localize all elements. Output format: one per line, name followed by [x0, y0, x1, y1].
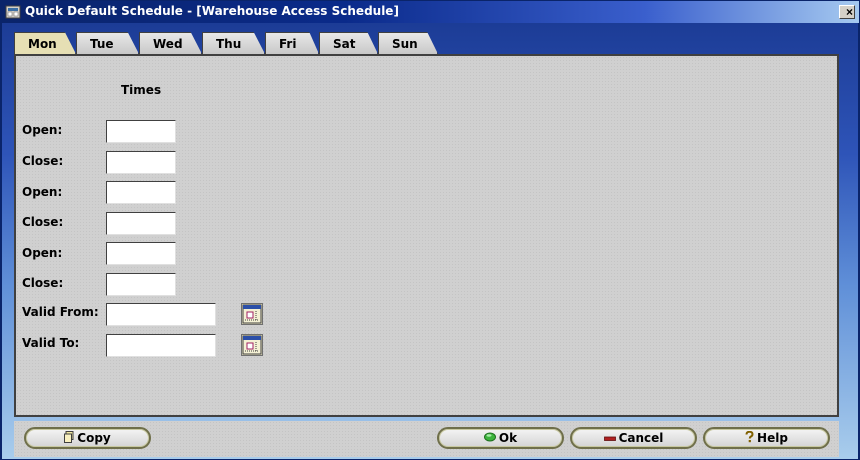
tab-sat[interactable]: Sat [319, 32, 378, 54]
tab-label: Thu [216, 37, 242, 51]
close-time-input-2[interactable] [106, 212, 176, 235]
button-bar: Copy Ok Cancel Help [14, 421, 839, 457]
valid-from-input[interactable] [106, 303, 216, 326]
ok-button[interactable]: Ok [437, 427, 564, 449]
close-time-input-3[interactable] [106, 273, 176, 296]
tab-fri[interactable]: Fri [265, 32, 319, 54]
tab-tue[interactable]: Tue [76, 32, 139, 54]
open-label-3: Open: [22, 246, 63, 260]
ok-button-label: Ok [498, 431, 518, 445]
schedule-panel: Times Open: Close: Open: Close: Open: Cl… [14, 54, 839, 417]
dialog-client: Mon Tue Wed Thu Fri Sat Sun Times Open: … [2, 23, 858, 459]
open-time-input-2[interactable] [106, 181, 176, 204]
close-button[interactable]: × [839, 5, 855, 19]
open-label-1: Open: [22, 123, 63, 137]
window-title: Quick Default Schedule - [Warehouse Acce… [25, 4, 399, 18]
help-button-label: Help [757, 431, 788, 445]
close-time-input-1[interactable] [106, 151, 176, 174]
tab-thu[interactable]: Thu [202, 32, 265, 54]
cancel-icon [603, 431, 616, 445]
day-tabs: Mon Tue Wed Thu Fri Sat Sun [14, 32, 444, 54]
valid-to-label: Valid To: [22, 336, 80, 350]
tab-label: Mon [28, 37, 57, 51]
tab-mon[interactable]: Mon [14, 32, 76, 54]
valid-to-calendar-button[interactable] [241, 334, 263, 356]
close-label-2: Close: [22, 215, 64, 229]
tab-label: Sun [392, 37, 418, 51]
open-time-input-1[interactable] [106, 120, 176, 143]
valid-from-calendar-button[interactable] [241, 303, 263, 325]
copy-button[interactable]: Copy [24, 427, 151, 449]
tab-label: Wed [153, 37, 183, 51]
app-icon [5, 4, 21, 20]
tab-label: Sat [333, 37, 356, 51]
help-button[interactable]: Help [703, 427, 830, 449]
tab-label: Fri [279, 37, 297, 51]
open-time-input-3[interactable] [106, 242, 176, 265]
cancel-button-label: Cancel [618, 431, 664, 445]
calendar-icon [242, 335, 262, 358]
copy-icon [64, 430, 74, 446]
calendar-icon [242, 304, 262, 327]
copy-button-label: Copy [77, 431, 111, 445]
valid-from-label: Valid From: [22, 305, 99, 319]
title-bar[interactable]: Quick Default Schedule - [Warehouse Acce… [1, 1, 859, 23]
close-label-1: Close: [22, 154, 64, 168]
tab-sun[interactable]: Sun [378, 32, 438, 54]
cancel-button[interactable]: Cancel [570, 427, 697, 449]
open-label-2: Open: [22, 185, 63, 199]
close-label-3: Close: [22, 276, 64, 290]
ok-icon [483, 431, 496, 445]
times-heading: Times [121, 83, 162, 97]
tab-label: Tue [90, 37, 114, 51]
valid-to-input[interactable] [106, 334, 216, 357]
dialog-window: Quick Default Schedule - [Warehouse Acce… [0, 0, 860, 460]
help-icon [745, 430, 754, 446]
tab-wed[interactable]: Wed [139, 32, 202, 54]
